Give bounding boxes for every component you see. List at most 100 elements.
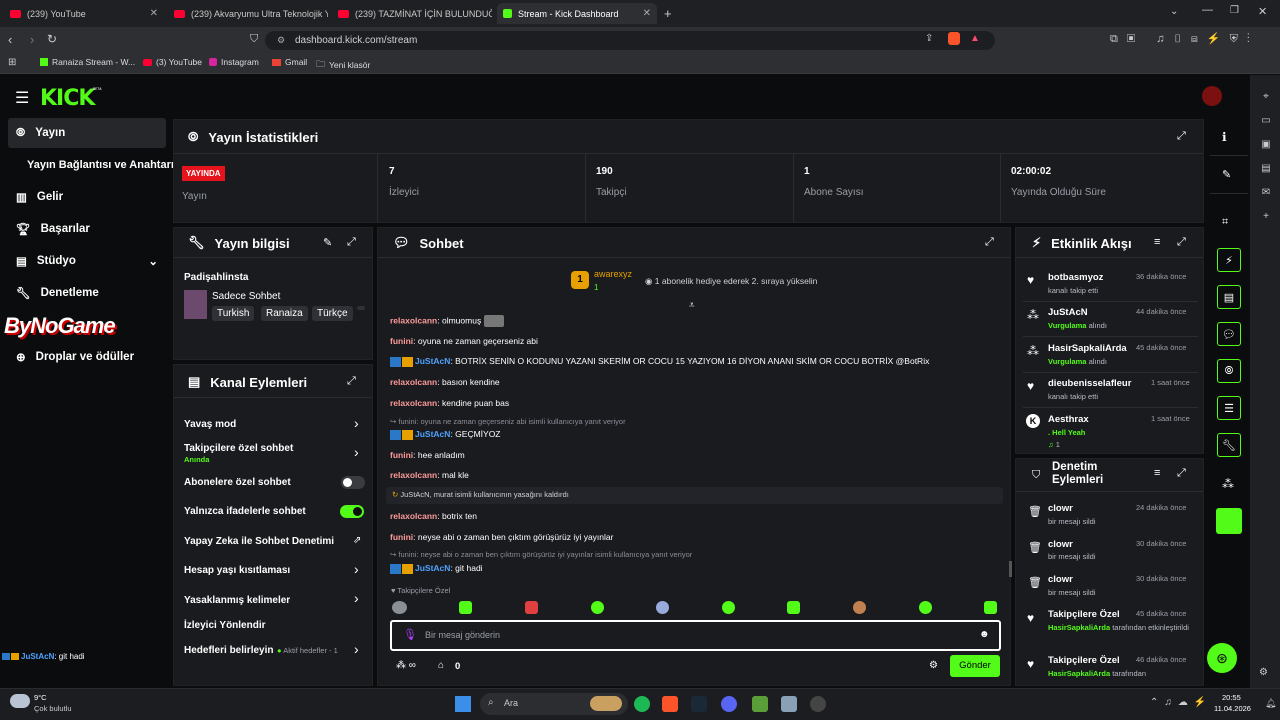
sidebar-item-gelir[interactable]: ▥ Gelir: [8, 183, 166, 211]
weather-icon[interactable]: [10, 694, 30, 708]
collapse-icon[interactable]: ⩡: [689, 300, 695, 311]
expand-icon[interactable]: ⤢: [347, 375, 356, 388]
quick-action-chat[interactable]: 💬︎: [1217, 322, 1241, 346]
gear-icon[interactable]: ⚙: [929, 660, 938, 671]
tag-chip-overflow[interactable]: [357, 306, 365, 310]
share-icon[interactable]: ⇪: [925, 33, 933, 44]
notification-icon[interactable]: 🔔︎: [1265, 698, 1276, 709]
emote-icon[interactable]: [853, 601, 866, 614]
tab-kick-dashboard[interactable]: Stream - Kick Dashboard ✕: [497, 3, 657, 24]
sidebar-item-droplar[interactable]: ⊕ Droplar ve ödüller: [8, 343, 166, 371]
sidebar-item-yayin[interactable]: ⦾ Yayın: [8, 118, 166, 148]
emote-icon[interactable]: [722, 601, 735, 614]
bookmark-gmail[interactable]: Gmail: [272, 57, 307, 67]
brave-icon[interactable]: [662, 696, 678, 712]
capture-icon[interactable]: ⌗: [1222, 216, 1228, 229]
tag-chip[interactable]: Turkish: [212, 306, 255, 321]
emote-icon[interactable]: [656, 601, 669, 614]
emote-icon[interactable]: [392, 601, 407, 614]
menu-icon[interactable]: ☰: [15, 88, 29, 108]
back-icon[interactable]: ‹: [8, 32, 12, 47]
info-icon[interactable]: ℹ: [1222, 130, 1227, 144]
app-icon[interactable]: [810, 696, 826, 712]
tab-youtube[interactable]: (239) YouTube ✕: [4, 3, 164, 24]
chevron-right-icon[interactable]: ›: [354, 561, 359, 577]
settings-icon[interactable]: ⚙: [1259, 667, 1268, 678]
quick-action-wrench[interactable]: 🔧︎: [1217, 433, 1241, 457]
brave-shield-icon[interactable]: [948, 32, 960, 45]
add-widget-button[interactable]: [1216, 508, 1242, 534]
expand-icon[interactable]: ⤢: [347, 236, 356, 249]
highlight-icon[interactable]: ⁂: [1222, 477, 1234, 491]
minimize-button[interactable]: —: [1202, 4, 1213, 16]
windows-start-icon[interactable]: [455, 696, 471, 712]
quick-action-list[interactable]: ☰: [1217, 396, 1241, 420]
tab-youtube-2[interactable]: (239) Akvaryumu Ultra Teknolojik Yap: [168, 3, 328, 24]
expand-icon[interactable]: ⤢: [1177, 236, 1186, 249]
avatar[interactable]: [1202, 86, 1222, 106]
maximize-button[interactable]: ❐: [1230, 5, 1239, 16]
edit-icon[interactable]: ✎: [323, 236, 332, 249]
bookmark-ranaiza[interactable]: Ranaiza Stream - W...: [40, 57, 135, 67]
emote-only-toggle[interactable]: [340, 505, 364, 518]
points-icon[interactable]: ⁂ ∞: [396, 660, 416, 671]
bookmark-instagram[interactable]: Instagram: [209, 57, 259, 67]
chevron-right-icon[interactable]: ›: [354, 641, 359, 657]
bookmark-folder[interactable]: 🗀 Yeni klasör: [316, 57, 370, 73]
steam-icon[interactable]: [691, 696, 707, 712]
site-info-icon[interactable]: ⚙: [277, 35, 285, 46]
support-button[interactable]: ⊛: [1207, 643, 1237, 673]
send-button[interactable]: Gönder: [950, 655, 1000, 677]
store-icon[interactable]: ⌂: [438, 660, 444, 671]
app-icon[interactable]: [781, 696, 797, 712]
sidebar-item-basarilar[interactable]: 🏆︎ Başarılar: [8, 215, 166, 243]
bookmark-youtube[interactable]: (3) YouTube: [143, 57, 202, 67]
apps-icon[interactable]: ⊞: [8, 57, 16, 68]
quick-action-broadcast[interactable]: ⦾: [1217, 359, 1241, 383]
sidebar-item-studyo[interactable]: ▤ Stüdyo ⌄: [8, 247, 166, 275]
tag-chip[interactable]: Türkçe: [312, 306, 353, 321]
close-icon[interactable]: ✕: [643, 8, 651, 19]
chevron-right-icon[interactable]: ›: [354, 444, 359, 460]
window-close-button[interactable]: ✕: [1258, 5, 1267, 18]
minecraft-icon[interactable]: [752, 696, 768, 712]
forward-icon[interactable]: ›: [30, 32, 34, 47]
emote-icon[interactable]: [459, 601, 472, 614]
emote-icon[interactable]: [591, 601, 604, 614]
system-tray-icons[interactable]: ⌃♫☁⚡: [1150, 697, 1212, 708]
reload-icon[interactable]: ↻: [47, 32, 57, 46]
filter-icon[interactable]: ≡: [1154, 236, 1160, 248]
url-field[interactable]: dashboard.kick.com/stream: [265, 31, 995, 50]
emote-icon[interactable]: [919, 601, 932, 614]
emote-icon[interactable]: [787, 601, 800, 614]
sidebar-item-denetleme[interactable]: 🔧︎ Denetleme: [8, 279, 166, 307]
pencil-icon[interactable]: ✎: [1222, 168, 1231, 181]
subscribers-only-toggle[interactable]: [341, 476, 365, 489]
microphone-icon[interactable]: 🎙︎: [403, 628, 417, 641]
expand-icon[interactable]: ⤢: [985, 236, 994, 249]
quick-action-lightning[interactable]: ⚡︎: [1217, 248, 1241, 272]
emote-icon[interactable]: [984, 601, 997, 614]
external-link-icon[interactable]: ⇗: [353, 535, 361, 546]
spotify-icon[interactable]: [634, 696, 650, 712]
tag-chip[interactable]: Ranaiza: [261, 306, 308, 321]
close-icon[interactable]: ✕: [150, 8, 158, 19]
sidebar-item-stream-key[interactable]: Yayın Bağlantısı ve Anahtarı: [8, 151, 178, 179]
scrollbar-thumb[interactable]: [1009, 561, 1012, 577]
filter-icon[interactable]: ≡: [1154, 467, 1160, 479]
tab-list-icon[interactable]: ⌄: [1170, 6, 1178, 17]
bookmark-icon[interactable]: ⛉: [250, 33, 258, 46]
kick-logo[interactable]: KICK: [40, 86, 95, 111]
chevron-right-icon[interactable]: ›: [354, 590, 359, 606]
expand-icon[interactable]: ⤢: [1177, 130, 1186, 143]
discord-icon[interactable]: [721, 696, 737, 712]
emote-icon[interactable]: [525, 601, 538, 614]
extensions-icons[interactable]: ⧉▣ ♫▯⧈⚡⛨⋮: [1110, 32, 1259, 46]
browser-sidebar-icons[interactable]: ⌖ ▭ ▣ ▤ ✉ +: [1259, 85, 1273, 229]
new-tab-button[interactable]: +: [664, 6, 672, 21]
tab-youtube-3[interactable]: (239) TAZMİNAT İÇİN BULUNDUĞU Ü: [332, 3, 492, 24]
chevron-right-icon[interactable]: ›: [354, 415, 359, 431]
expand-icon[interactable]: ⤢: [1177, 467, 1186, 480]
quick-action-notes[interactable]: ▤: [1217, 285, 1241, 309]
brave-rewards-icon[interactable]: ▲: [970, 33, 980, 44]
